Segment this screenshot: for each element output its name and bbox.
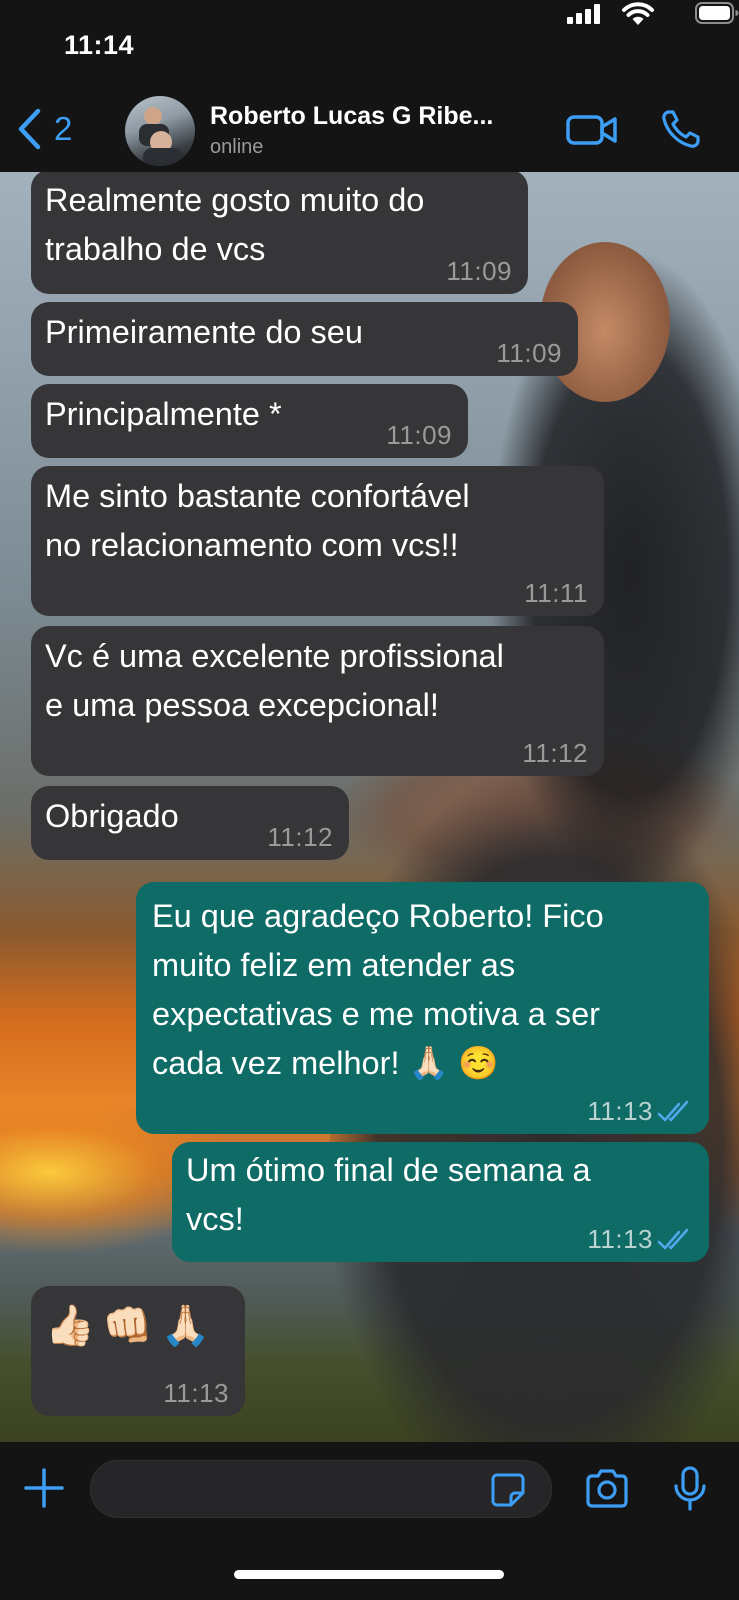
unread-count: 2	[54, 110, 73, 147]
message-time: 11:13	[587, 1096, 653, 1126]
contact-name[interactable]: Roberto Lucas G Ribe...	[210, 102, 493, 131]
message-text: vcs!	[186, 1201, 244, 1237]
video-call-icon[interactable]	[566, 110, 618, 150]
message-time: 11:13	[587, 1224, 653, 1254]
contact-avatar[interactable]	[125, 96, 195, 166]
incoming-message[interactable]: Primeiramente do seu 11:09	[31, 302, 578, 376]
message-text: Realmente gosto muito do	[45, 182, 425, 218]
double-check-icon	[657, 1100, 689, 1122]
double-check-icon	[657, 1228, 689, 1250]
message-time: 11:13	[163, 1378, 229, 1408]
message-text: Eu que agradeço Roberto! Fico	[152, 898, 604, 934]
incoming-message[interactable]: Realmente gosto muito do trabalho de vcs…	[31, 172, 528, 294]
microphone-icon[interactable]	[670, 1466, 710, 1512]
chevron-left-icon	[18, 108, 41, 150]
emoji-content: 👍🏻👊🏻🙏🏻	[45, 1304, 219, 1348]
message-input[interactable]	[90, 1460, 552, 1518]
plus-icon[interactable]	[22, 1466, 66, 1510]
chat-wallpaper: Realmente gosto muito do trabalho de vcs…	[0, 172, 739, 1442]
contact-status: online	[210, 136, 264, 158]
chat-header: 2 Roberto Lucas G Ribe... online	[0, 92, 739, 172]
incoming-message[interactable]: Me sinto bastante confortável no relacio…	[31, 466, 604, 616]
outgoing-message[interactable]: Eu que agradeço Roberto! Fico muito feli…	[136, 882, 709, 1134]
message-time: 11:09	[386, 420, 452, 450]
wifi-icon	[622, 2, 654, 25]
message-time: 11:09	[446, 256, 512, 286]
incoming-message[interactable]: Principalmente * 11:09	[31, 384, 468, 458]
message-text: muito feliz em atender as	[152, 947, 516, 983]
message-text: Um ótimo final de semana a	[186, 1152, 591, 1188]
incoming-emoji-message[interactable]: 👍🏻👊🏻🙏🏻 11:13	[31, 1286, 245, 1416]
message-text: no relacionamento com vcs!!	[45, 527, 459, 563]
message-text: Principalmente *	[45, 396, 282, 432]
message-time: 11:12	[522, 738, 588, 768]
status-time: 11:14	[64, 30, 135, 60]
cellular-signal-icon	[567, 4, 601, 24]
message-text: Vc é uma excelente profissional	[45, 638, 504, 674]
message-text: cada vez melhor! 🙏🏻 ☺️	[152, 1045, 499, 1081]
message-text: e uma pessoa excepcional!	[45, 687, 439, 723]
message-text: trabalho de vcs	[45, 231, 266, 267]
sticker-icon[interactable]	[490, 1472, 526, 1508]
message-time: 11:09	[496, 338, 562, 368]
outgoing-message[interactable]: Um ótimo final de semana a vcs! 11:13	[172, 1142, 709, 1262]
back-button[interactable]: 2	[16, 104, 96, 154]
home-indicator[interactable]	[234, 1570, 504, 1579]
message-text: expectativas e me motiva a ser	[152, 996, 600, 1032]
message-time: 11:11	[524, 578, 588, 608]
camera-icon[interactable]	[584, 1468, 630, 1510]
message-text: Me sinto bastante confortável	[45, 478, 470, 514]
incoming-message[interactable]: Obrigado 11:12	[31, 786, 349, 860]
message-time: 11:12	[267, 822, 333, 852]
status-bar: 11:14	[0, 0, 739, 92]
battery-icon	[695, 2, 739, 24]
message-text: Obrigado	[45, 798, 179, 834]
message-text: Primeiramente do seu	[45, 314, 363, 350]
phone-icon[interactable]	[660, 108, 702, 150]
incoming-message[interactable]: Vc é uma excelente profissional e uma pe…	[31, 626, 604, 776]
